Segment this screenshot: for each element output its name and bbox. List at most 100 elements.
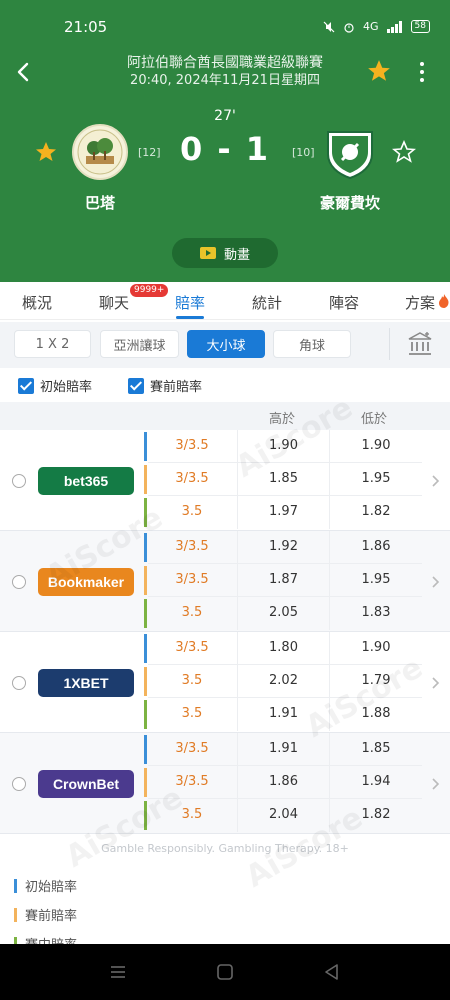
mute-icon [323, 21, 335, 32]
over-odds-value: 1.91 [237, 698, 329, 731]
odds-type-indicator [144, 735, 147, 764]
bookmaker-group[interactable]: bet365 3/3.5 1.90 1.90 3/3.5 1.85 1.95 3.5 1.97 1… [0, 430, 450, 531]
home-team-rank: [12] [138, 146, 161, 159]
under-odds-value: 1.82 [329, 496, 422, 529]
odds-type-indicator [144, 465, 147, 494]
under-odds-value: 1.86 [329, 531, 422, 564]
odds-type-indicator [144, 700, 147, 729]
odds-type-indicator [144, 566, 147, 595]
home-team-logo[interactable] [72, 124, 128, 180]
chevron-right-icon[interactable] [430, 676, 440, 690]
odds-type-indicator [144, 801, 147, 830]
tab-lineups[interactable]: 陣容 [329, 292, 359, 313]
over-odds-value: 1.85 [237, 463, 329, 496]
over-odds-value: 1.92 [237, 531, 329, 564]
line-value: 3.5 [181, 673, 203, 688]
market-selector: 1 X 2 亞洲讓球 大小球 角球 [0, 322, 450, 368]
signal-icon [386, 20, 402, 33]
chevron-right-icon[interactable] [430, 474, 440, 488]
initial-odds-checkbox[interactable]: 初始賠率 [18, 376, 92, 395]
chat-count-badge: 9999+ [130, 284, 169, 297]
favorite-match-star-icon[interactable] [366, 58, 392, 84]
system-nav-bar [0, 944, 450, 1000]
network-type: 4G [363, 20, 379, 33]
status-bar: 21:05 4G 58 [0, 0, 450, 48]
legend-label: 賽前賠率 [25, 909, 78, 924]
recent-apps-icon[interactable] [108, 962, 128, 982]
tab-chat[interactable]: 聊天 [99, 292, 129, 313]
market-1x2-button[interactable]: 1 X 2 [14, 330, 91, 358]
match-header: 21:05 4G 58 阿拉伯聯合酋長國職業超級聯賽 20:40, 2024年1… [0, 0, 450, 282]
away-favorite-star-icon[interactable] [392, 140, 416, 164]
legend-color-bar [14, 907, 17, 922]
odds-table-header: 高於 低於 [0, 402, 450, 430]
home-team-name[interactable]: 巴塔 [40, 192, 160, 213]
under-odds-value: 1.85 [329, 733, 422, 766]
tab-odds[interactable]: 賠率 [175, 292, 205, 313]
chevron-right-icon[interactable] [430, 575, 440, 589]
bookmaker-logo: 1XBET [38, 668, 134, 697]
bookmaker-group[interactable]: 1XBET 3/3.5 1.80 1.90 3.5 2.02 1.79 3.5 1.91 1.88 [0, 632, 450, 733]
market-corners-button[interactable]: 角球 [273, 330, 351, 358]
under-column-header: 低於 [360, 412, 387, 427]
odds-row: 3.5 2.04 1.82 [148, 799, 422, 832]
chevron-right-icon[interactable] [430, 777, 440, 791]
pre-match-odds-checkbox[interactable]: 賽前賠率 [128, 376, 202, 395]
battery-level: 58 [410, 20, 430, 33]
odds-type-indicator [144, 599, 147, 628]
over-odds-value: 1.90 [237, 430, 329, 463]
over-odds-value: 2.02 [237, 665, 329, 698]
home-icon[interactable] [215, 962, 235, 982]
bookmaker-logo: Bookmaker [38, 567, 134, 596]
status-icons: 4G 58 [323, 20, 430, 33]
under-odds-value: 1.90 [329, 632, 422, 665]
alarm-icon [344, 22, 354, 33]
under-odds-value: 1.88 [329, 698, 422, 731]
more-menu-icon[interactable] [414, 58, 430, 86]
line-value: 3/3.5 [175, 640, 209, 655]
bookmaker-radio[interactable] [12, 574, 26, 589]
away-team-name[interactable]: 豪爾費坎 [290, 192, 410, 213]
match-minute: 27' [214, 108, 236, 124]
under-odds-value: 1.95 [329, 463, 422, 496]
line-value: 3/3.5 [175, 471, 209, 486]
checkbox-checked-icon [128, 377, 144, 394]
back-arrow-icon[interactable] [12, 58, 36, 86]
bookmaker-group[interactable]: Bookmaker 3/3.5 1.92 1.86 3/3.5 1.87 1.95 3.5 2.… [0, 531, 450, 632]
tab-overview[interactable]: 概況 [22, 292, 52, 313]
over-odds-value: 2.04 [237, 799, 329, 832]
bookmaker-radio[interactable] [12, 776, 26, 791]
animation-icon [199, 247, 216, 259]
status-time: 21:05 [64, 18, 108, 36]
odds-row: 3/3.5 1.85 1.95 [148, 463, 422, 496]
league-name: 阿拉伯聯合酋長國職業超級聯賽 [127, 55, 323, 71]
home-favorite-star-icon[interactable] [34, 140, 58, 164]
odds-row: 3/3.5 1.91 1.85 [148, 733, 422, 766]
tab-stats[interactable]: 統計 [252, 292, 282, 313]
tab-plans[interactable]: 方案 [405, 292, 435, 313]
odds-type-indicator [144, 634, 147, 663]
odds-row: 3.5 2.02 1.79 [148, 665, 422, 698]
over-odds-value: 1.86 [237, 766, 329, 799]
initial-odds-label: 初始賠率 [40, 380, 93, 395]
animation-label: 動畫 [223, 247, 250, 263]
odds-row: 3.5 1.97 1.82 [148, 496, 422, 529]
bookmaker-radio[interactable] [12, 675, 26, 690]
under-odds-value: 1.82 [329, 799, 422, 832]
line-value: 3/3.5 [175, 741, 209, 756]
bookmaker-radio[interactable] [12, 473, 26, 488]
back-nav-icon[interactable] [322, 962, 342, 982]
animation-button[interactable]: 動畫 [172, 238, 278, 268]
market-asian-handicap-button[interactable]: 亞洲讓球 [100, 330, 179, 358]
line-value: 3/3.5 [175, 438, 209, 453]
bookmaker-group[interactable]: CrownBet 3/3.5 1.91 1.85 3/3.5 1.86 1.94 3.5 2.0… [0, 733, 450, 834]
market-over-under-button[interactable]: 大小球 [187, 330, 265, 358]
legend-item: 賽前賠率 [14, 905, 77, 924]
over-odds-value: 2.05 [237, 597, 329, 630]
line-value: 3.5 [181, 706, 203, 721]
line-value: 3.5 [181, 807, 203, 822]
away-team-logo[interactable] [322, 124, 378, 180]
bank-icon[interactable] [406, 330, 434, 358]
over-odds-value: 1.91 [237, 733, 329, 766]
under-odds-value: 1.95 [329, 564, 422, 597]
